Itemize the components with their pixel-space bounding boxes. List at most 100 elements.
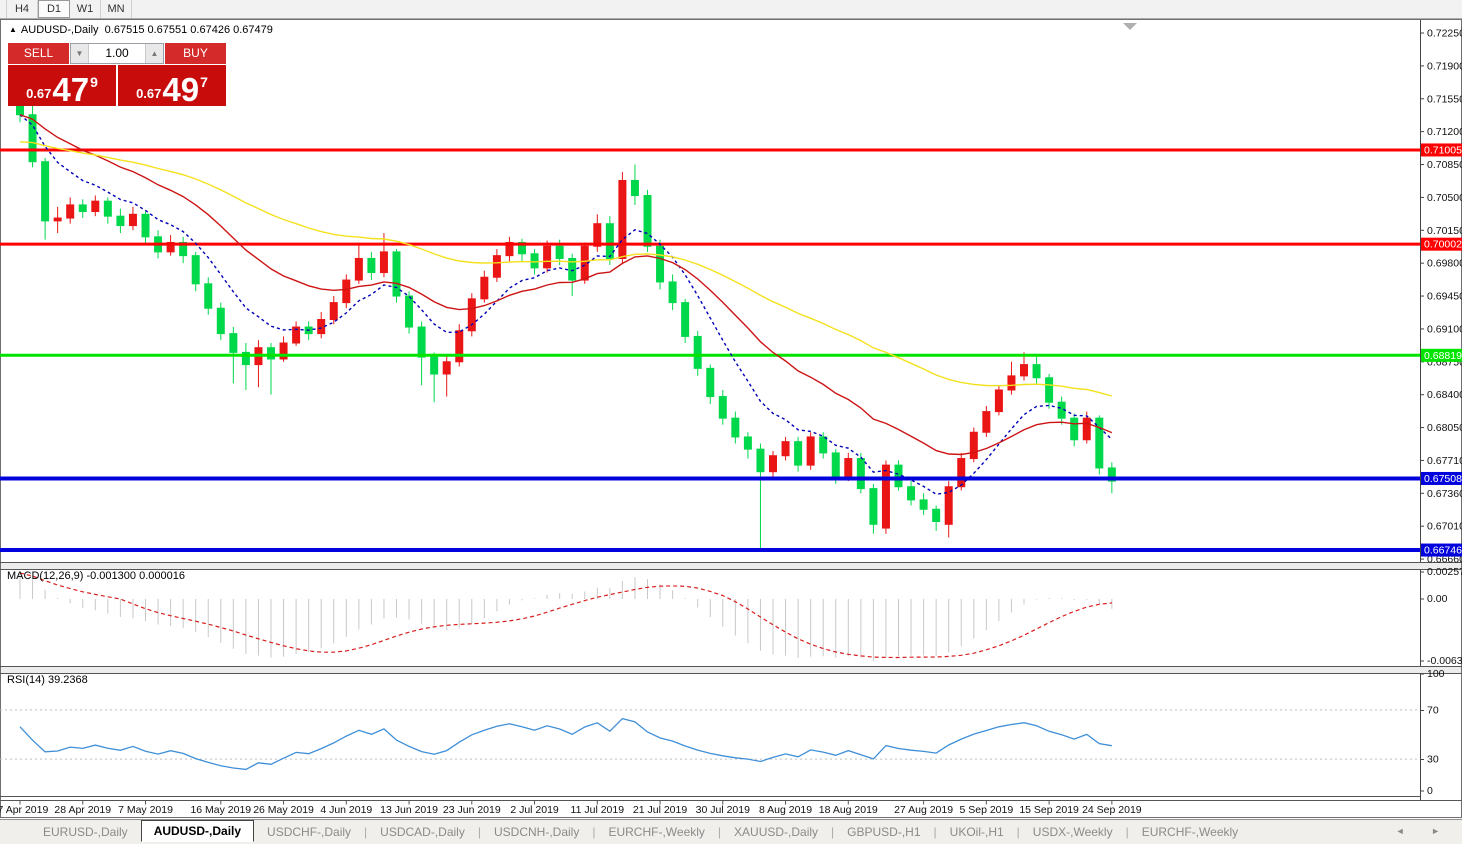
candle-body[interactable] (1071, 418, 1078, 440)
candle-body[interactable] (606, 224, 613, 259)
candle-body[interactable] (556, 246, 563, 258)
timeframe-button-d1[interactable]: D1 (38, 0, 70, 18)
tab-usdchf-daily[interactable]: USDCHF-,Daily (254, 822, 364, 842)
tab-ukoil-h1[interactable]: UKOil-,H1 (937, 822, 1017, 842)
candle-body[interactable] (619, 180, 626, 258)
candle-body[interactable] (205, 284, 212, 308)
candle-body[interactable] (544, 246, 551, 268)
tab-audusd-daily[interactable]: AUDUSD-,Daily (141, 820, 254, 842)
candle-body[interactable] (217, 308, 224, 333)
candle-body[interactable] (117, 216, 124, 225)
tab-xauusd-daily[interactable]: XAUUSD-,Daily (721, 822, 831, 842)
candle-body[interactable] (870, 489, 877, 525)
chart-plot-area[interactable]: 0.722500.719000.715500.712000.708500.705… (0, 0, 1462, 844)
candle-body[interactable] (104, 201, 111, 216)
candle-body[interactable] (1046, 378, 1053, 402)
volume-input[interactable]: 1.00 (89, 44, 145, 63)
candle-body[interactable] (1083, 418, 1090, 440)
buy-quote[interactable]: 0.67497 (118, 65, 226, 106)
candle-body[interactable] (1008, 376, 1015, 390)
candle-body[interactable] (908, 487, 915, 500)
candle-body[interactable] (744, 437, 751, 449)
candle-body[interactable] (820, 437, 827, 453)
tab-eurusd-daily[interactable]: EURUSD-,Daily (30, 822, 141, 842)
tab-usdcnh-daily[interactable]: USDCNH-,Daily (481, 822, 592, 842)
candle-body[interactable] (920, 500, 927, 509)
candle-body[interactable] (192, 256, 199, 284)
candle-body[interactable] (330, 303, 337, 320)
candle-body[interactable] (782, 442, 789, 456)
panel-separator[interactable] (1, 563, 1461, 569)
candle-body[interactable] (807, 437, 814, 465)
volume-decrease-icon[interactable]: ▼ (71, 44, 89, 63)
candle-body[interactable] (418, 327, 425, 357)
candle-body[interactable] (707, 368, 714, 396)
tab-usdx-weekly[interactable]: USDX-,Weekly (1020, 822, 1126, 842)
candle-body[interactable] (732, 418, 739, 437)
candle-body[interactable] (631, 180, 638, 195)
candle-body[interactable] (481, 277, 488, 299)
candle-body[interactable] (79, 205, 86, 212)
candle-body[interactable] (67, 205, 74, 218)
candle-body[interactable] (995, 390, 1002, 412)
candle-body[interactable] (694, 336, 701, 368)
candle-body[interactable] (1096, 418, 1103, 468)
candle-body[interactable] (719, 397, 726, 419)
candle-body[interactable] (343, 280, 350, 303)
candle-body[interactable] (1033, 365, 1040, 378)
tab-eurchf-weekly[interactable]: EURCHF-,Weekly (1129, 822, 1251, 842)
candle-body[interactable] (129, 214, 136, 225)
candle-body[interactable] (42, 162, 49, 221)
candle-body[interactable] (142, 214, 149, 237)
candle-body[interactable] (468, 299, 475, 331)
candle-body[interactable] (493, 256, 500, 278)
timeframe-button-w1[interactable]: W1 (70, 0, 101, 18)
candle-body[interactable] (54, 218, 61, 221)
timeframe-button-h4[interactable]: H4 (6, 0, 38, 18)
candle-body[interactable] (682, 303, 689, 337)
date-tick-label: 30 Jul 2019 (696, 804, 750, 816)
date-tick-label: 28 Apr 2019 (54, 804, 111, 816)
candle-body[interactable] (443, 362, 450, 374)
candle-body[interactable] (230, 334, 237, 353)
tab-gbpusd-h1[interactable]: GBPUSD-,H1 (834, 822, 933, 842)
candle-body[interactable] (644, 196, 651, 247)
candle-body[interactable] (958, 459, 965, 487)
candle-body[interactable] (757, 449, 764, 472)
tab-scroll-arrows[interactable]: ◄ ► (1396, 826, 1452, 836)
sell-button[interactable]: SELL (8, 43, 69, 64)
candle-body[interactable] (770, 456, 777, 472)
candle-body[interactable] (845, 459, 852, 478)
candle-body[interactable] (983, 412, 990, 433)
candle-body[interactable] (368, 258, 375, 272)
candle-body[interactable] (92, 201, 99, 211)
buy-button[interactable]: BUY (165, 43, 226, 64)
sell-quote[interactable]: 0.67479 (8, 65, 116, 106)
candle-body[interactable] (393, 252, 400, 296)
candle-body[interactable] (268, 348, 275, 359)
candle-body[interactable] (406, 296, 413, 327)
candle-body[interactable] (355, 258, 362, 280)
sell-quote-big: 47 (52, 76, 89, 104)
candle-body[interactable] (431, 357, 438, 374)
candle-body[interactable] (795, 442, 802, 465)
candle-body[interactable] (669, 282, 676, 303)
candle-body[interactable] (531, 254, 538, 268)
panel-separator[interactable] (1, 667, 1461, 673)
candle-body[interactable] (970, 432, 977, 458)
timeframe-button-mn[interactable]: MN (101, 0, 132, 18)
candle-body[interactable] (832, 453, 839, 477)
candle-body[interactable] (456, 331, 463, 362)
candle-body[interactable] (17, 105, 24, 114)
candle-body[interactable] (380, 252, 387, 273)
candle-body[interactable] (933, 509, 940, 521)
candle-body[interactable] (882, 465, 889, 528)
macd-axis-label: -0.006326 (1427, 655, 1462, 667)
volume-increase-icon[interactable]: ▲ (145, 44, 163, 63)
candle-body[interactable] (857, 459, 864, 489)
tab-usdcad-daily[interactable]: USDCAD-,Daily (367, 822, 478, 842)
candle-body[interactable] (657, 246, 664, 282)
tab-eurchf-weekly[interactable]: EURCHF-,Weekly (595, 822, 717, 842)
candle-body[interactable] (1021, 365, 1028, 376)
candle-body[interactable] (318, 320, 325, 334)
